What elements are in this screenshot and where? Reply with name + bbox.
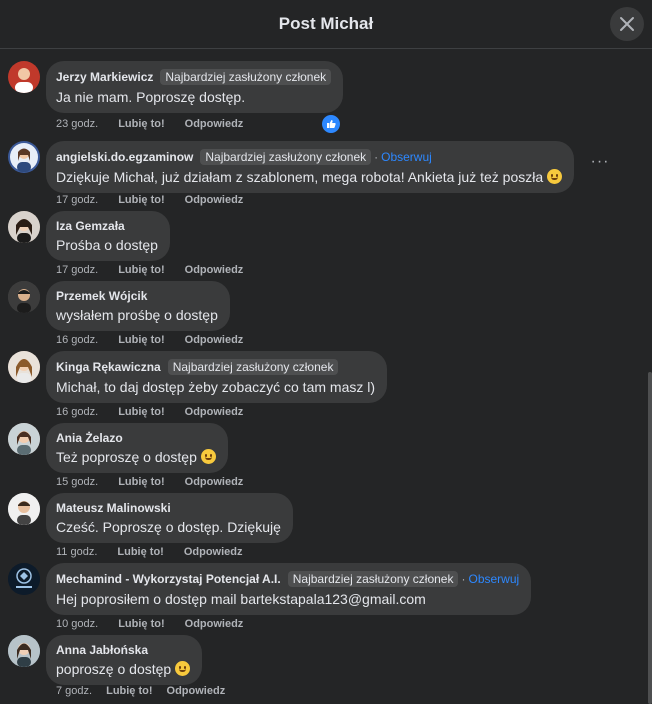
avatar[interactable]: [8, 635, 40, 667]
smile-emoji-icon: [547, 169, 563, 184]
comment-actions: 10 godz. Lubię to! Odpowiedz: [56, 618, 263, 630]
comment-author[interactable]: Mechamind - Wykorzystaj Potencjał A.I.: [56, 572, 281, 586]
reply-button[interactable]: Odpowiedz: [185, 118, 244, 130]
scrollbar[interactable]: [648, 372, 652, 704]
comment-text: Ja nie mam. Poproszę dostęp.: [56, 89, 246, 105]
like-button[interactable]: Lubię to!: [118, 118, 164, 130]
more-options-icon[interactable]: ···: [590, 154, 610, 175]
comment-actions: 11 godz. Lubię to! Odpowiedz: [56, 546, 263, 558]
comment-text: Prośba o dostęp: [56, 237, 158, 253]
comment-author[interactable]: Ania Żelazo: [56, 431, 123, 445]
avatar[interactable]: [8, 211, 40, 243]
comment-text: Cześć. Poproszę o dostęp. Dziękuję: [56, 519, 281, 535]
comment-actions: 17 godz. Lubię to! Odpowiedz: [56, 194, 263, 206]
like-button[interactable]: Lubię to!: [118, 476, 164, 488]
comment-text: Też poproszę o dostęp: [56, 449, 216, 465]
dialog-title: Post Michał: [278, 14, 374, 33]
comment-time[interactable]: 23 godz.: [56, 118, 98, 130]
comment-author[interactable]: Jerzy Markiewicz: [56, 70, 153, 84]
comment-bubble: Przemek Wójcik wysłałem prośbę o dostęp: [46, 281, 230, 331]
comment-author[interactable]: angielski.do.egzaminow: [56, 150, 193, 164]
avatar[interactable]: [8, 563, 40, 595]
comment-bubble: Mateusz Malinowski Cześć. Poproszę o dos…: [46, 493, 293, 543]
comment-author[interactable]: Mateusz Malinowski: [56, 501, 171, 515]
avatar[interactable]: [8, 351, 40, 383]
like-reaction[interactable]: [320, 113, 342, 135]
comment-actions: 16 godz. Lubię to! Odpowiedz: [56, 406, 263, 418]
like-button[interactable]: Lubię to!: [118, 618, 164, 630]
comment-actions: 17 godz. Lubię to! Odpowiedz: [56, 264, 263, 276]
comment-author[interactable]: Iza Gemzała: [56, 219, 125, 233]
smile-emoji-icon: [175, 661, 191, 676]
like-button[interactable]: Lubię to!: [106, 685, 152, 697]
reply-button[interactable]: Odpowiedz: [185, 476, 244, 488]
avatar[interactable]: [8, 423, 40, 455]
comment-author[interactable]: Przemek Wójcik: [56, 289, 147, 303]
comment-text: wysłałem prośbę o dostęp: [56, 307, 218, 323]
comment-text: poproszę o dostęp: [56, 661, 191, 677]
reply-button[interactable]: Odpowiedz: [167, 685, 226, 697]
dialog-header: Post Michał: [0, 0, 652, 49]
comment-time[interactable]: 10 godz.: [56, 618, 98, 630]
avatar[interactable]: [8, 61, 40, 93]
separator-dot: ·: [374, 150, 379, 164]
comment-author[interactable]: Kinga Rękawiczna: [56, 360, 161, 374]
comment-text: Hej poprosiłem o dostęp mail bartekstapa…: [56, 591, 426, 607]
comment-time[interactable]: 7 godz.: [56, 685, 92, 697]
member-badge: Najbardziej zasłużony członek: [287, 571, 459, 587]
comment-bubble: angielski.do.egzaminow Najbardziej zasłu…: [46, 141, 575, 193]
comment-text: Dziękuje Michał, już działam z szablonem…: [56, 169, 563, 185]
smile-emoji-icon: [200, 449, 216, 464]
member-badge: Najbardziej zasłużony członek: [167, 359, 339, 375]
comment-time[interactable]: 15 godz.: [56, 476, 98, 488]
comment-time[interactable]: 17 godz.: [56, 264, 98, 276]
comment-author[interactable]: Anna Jabłońska: [56, 643, 148, 657]
like-button[interactable]: Lubię to!: [118, 194, 164, 206]
comment-bubble: Ania Żelazo Też poproszę o dostęp: [46, 423, 228, 473]
comment-actions: 7 godz. Lubię to! Odpowiedz: [56, 685, 245, 697]
comment-actions: 15 godz. Lubię to! Odpowiedz: [56, 476, 263, 488]
comment-time[interactable]: 17 godz.: [56, 194, 98, 206]
comment-actions: 16 godz. Lubię to! Odpowiedz: [56, 334, 263, 346]
avatar[interactable]: [8, 281, 40, 313]
close-icon: [620, 17, 634, 31]
avatar[interactable]: [8, 493, 40, 525]
member-badge: Najbardziej zasłużony członek: [200, 149, 372, 165]
like-button[interactable]: Lubię to!: [117, 546, 163, 558]
member-badge: Najbardziej zasłużony członek: [160, 69, 332, 85]
comment-time[interactable]: 16 godz.: [56, 406, 98, 418]
separator-dot: ·: [461, 572, 466, 586]
follow-button[interactable]: Obserwuj: [381, 150, 432, 164]
comment-bubble: Kinga Rękawiczna Najbardziej zasłużony c…: [46, 351, 388, 403]
comment-bubble: Mechamind - Wykorzystaj Potencjał A.I. N…: [46, 563, 532, 615]
comment-bubble: Iza Gemzała Prośba o dostęp: [46, 211, 170, 261]
like-button[interactable]: Lubię to!: [118, 406, 164, 418]
comment-actions: 23 godz. Lubię to! Odpowiedz: [56, 118, 263, 130]
avatar[interactable]: [8, 141, 40, 173]
reply-button[interactable]: Odpowiedz: [185, 618, 244, 630]
comment-time[interactable]: 16 godz.: [56, 334, 98, 346]
comment-time[interactable]: 11 godz.: [56, 546, 97, 558]
reply-button[interactable]: Odpowiedz: [185, 194, 244, 206]
like-button[interactable]: Lubię to!: [118, 334, 164, 346]
reply-button[interactable]: Odpowiedz: [185, 334, 244, 346]
reply-button[interactable]: Odpowiedz: [184, 546, 243, 558]
comment-bubble: Anna Jabłońska poproszę o dostęp: [46, 635, 203, 685]
close-button[interactable]: [610, 7, 644, 41]
comment-text: Michał, to daj dostęp żeby zobaczyć co t…: [56, 379, 376, 395]
like-icon: [327, 120, 336, 128]
reply-button[interactable]: Odpowiedz: [185, 264, 244, 276]
like-button[interactable]: Lubię to!: [118, 264, 164, 276]
comment-bubble: Jerzy Markiewicz Najbardziej zasłużony c…: [46, 61, 344, 113]
reply-button[interactable]: Odpowiedz: [185, 406, 244, 418]
follow-button[interactable]: Obserwuj: [468, 572, 519, 586]
